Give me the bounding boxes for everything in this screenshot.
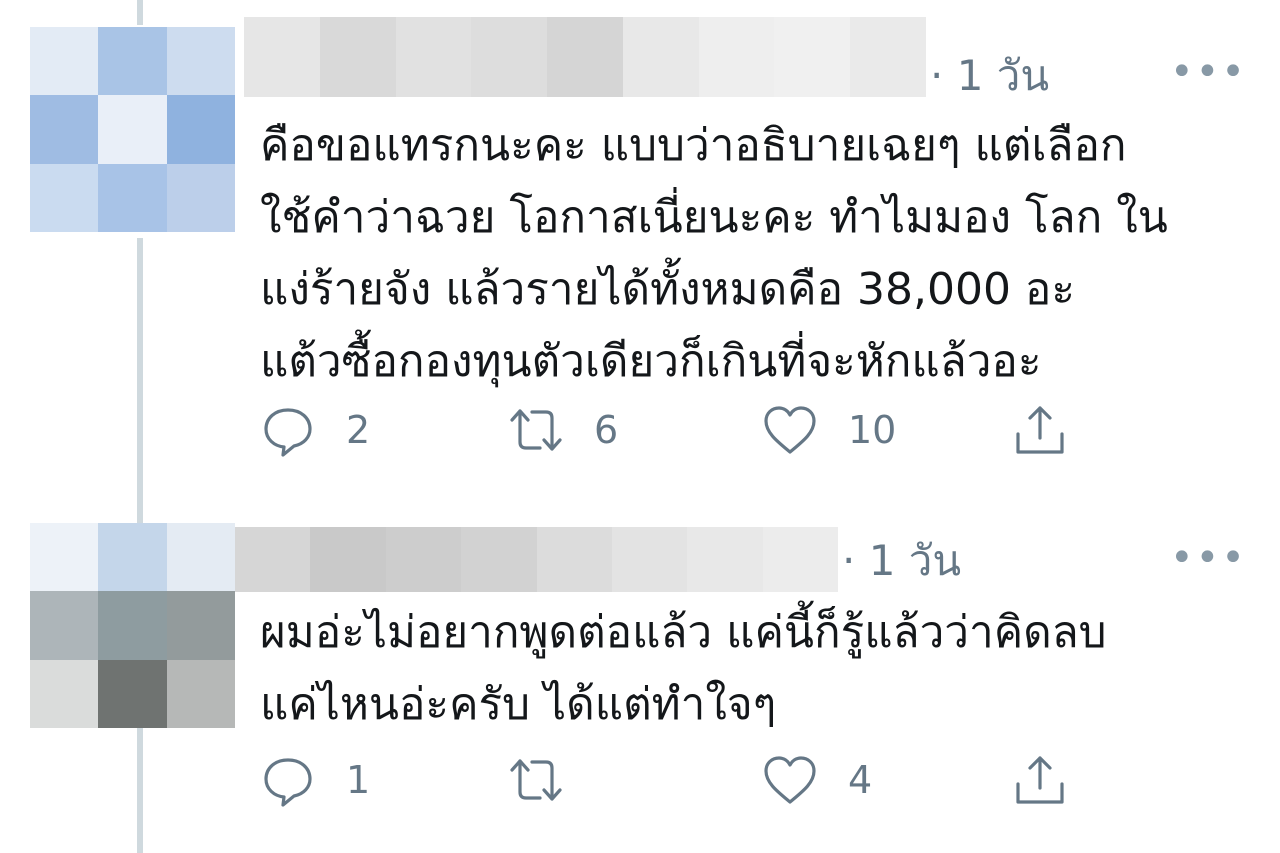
username-blur-block [698, 17, 775, 97]
like-icon [764, 406, 816, 454]
username-blur-block [319, 17, 396, 97]
thread-line-bottom [137, 726, 143, 853]
avatar-pixel [30, 591, 99, 660]
share-button[interactable] [1012, 752, 1068, 808]
tweet-text-line: ผมอ่ะไม่อยากพูดต่อแล้ว แค่นี้ก็รู้แล้วว่… [260, 607, 1107, 658]
blurred-username[interactable] [244, 17, 927, 97]
reply-button[interactable]: 1 [260, 752, 370, 808]
share-button[interactable] [1012, 402, 1068, 458]
username-blur-block [687, 527, 763, 592]
tweet-text-line: คือขอแทรกนะคะ แบบว่าอธิบายเฉยๆ แต่เลือก [260, 120, 1127, 171]
username-blur-block [395, 17, 472, 97]
retweet-icon [510, 759, 562, 801]
tweet-text-line: แง่ร้ายจัง แล้วรายได้ทั้งหมดคือ 38,000 อ… [260, 264, 1075, 315]
username-blur-block [536, 527, 612, 592]
username-blur-block [235, 527, 311, 592]
like-icon [764, 756, 816, 804]
avatar[interactable] [30, 27, 235, 232]
blurred-username[interactable] [235, 527, 838, 592]
tweet-text: คือขอแทรกนะคะ แบบว่าอธิบายเฉยๆ แต่เลือก … [260, 110, 1168, 398]
reply-count: 2 [346, 408, 371, 452]
thread-line-top [137, 0, 143, 25]
reply-button[interactable]: 2 [260, 402, 370, 458]
avatar-pixel [30, 523, 99, 592]
retweet-button[interactable]: 6 [508, 402, 618, 458]
avatar-pixel [166, 591, 235, 660]
more-options-button[interactable]: ••• [1170, 538, 1247, 578]
avatar-pixel [30, 27, 99, 96]
like-count: 10 [848, 408, 897, 452]
avatar-pixel [98, 659, 167, 728]
avatar-pixel [30, 95, 99, 164]
username-blur-block [774, 17, 851, 97]
tweet-text-line: ใช้คำว่าฉวย โอกาสเนี่ยนะคะ ทำไมมอง โลก ใ… [260, 192, 1168, 243]
tweet-text: ผมอ่ะไม่อยากพูดต่อแล้ว แค่นี้ก็รู้แล้วว่… [260, 597, 1107, 741]
tweet-timestamp[interactable]: · 1 วัน [842, 540, 961, 582]
share-icon [1016, 406, 1064, 454]
like-count: 4 [848, 758, 873, 802]
avatar-pixel [98, 27, 167, 96]
avatar-pixel [166, 523, 235, 592]
retweet-count: 6 [594, 408, 619, 452]
username-blur-block [310, 527, 386, 592]
avatar-pixel [98, 95, 167, 164]
like-button[interactable]: 4 [762, 752, 872, 808]
username-blur-block [461, 527, 537, 592]
avatar-pixel [98, 591, 167, 660]
avatar-pixel [30, 163, 99, 232]
avatar-pixel [166, 163, 235, 232]
username-blur-block [471, 17, 548, 97]
avatar-pixel [30, 659, 99, 728]
tweet-text-line: แต้วซื้อกองทุนตัวเดียวก็เกินที่จะหักแล้ว… [260, 336, 1042, 387]
username-blur-block [547, 17, 623, 97]
more-options-button[interactable]: ••• [1170, 52, 1247, 92]
like-button[interactable]: 10 [762, 402, 896, 458]
tweet-timestamp[interactable]: · 1 วัน [930, 55, 1049, 97]
share-icon [1016, 756, 1064, 804]
avatar-pixel [166, 659, 235, 728]
username-blur-block [622, 17, 699, 97]
retweet-icon [510, 409, 562, 451]
avatar[interactable] [30, 523, 235, 728]
username-blur-block [762, 527, 838, 592]
reply-icon [264, 758, 312, 807]
reply-count: 1 [346, 758, 371, 802]
tweet-text-line: แค่ไหนอ่ะครับ ได้แต่ทำใจๆ [260, 679, 777, 730]
username-blur-block [611, 527, 688, 592]
avatar-pixel [98, 523, 167, 592]
username-blur-block [244, 17, 320, 97]
avatar-pixel [98, 163, 167, 232]
thread-line-middle [137, 238, 143, 523]
retweet-button[interactable] [508, 752, 594, 808]
username-blur-block [850, 17, 927, 97]
reply-icon [264, 408, 312, 457]
avatar-pixel [166, 95, 235, 164]
username-blur-block [385, 527, 462, 592]
avatar-pixel [166, 27, 235, 96]
